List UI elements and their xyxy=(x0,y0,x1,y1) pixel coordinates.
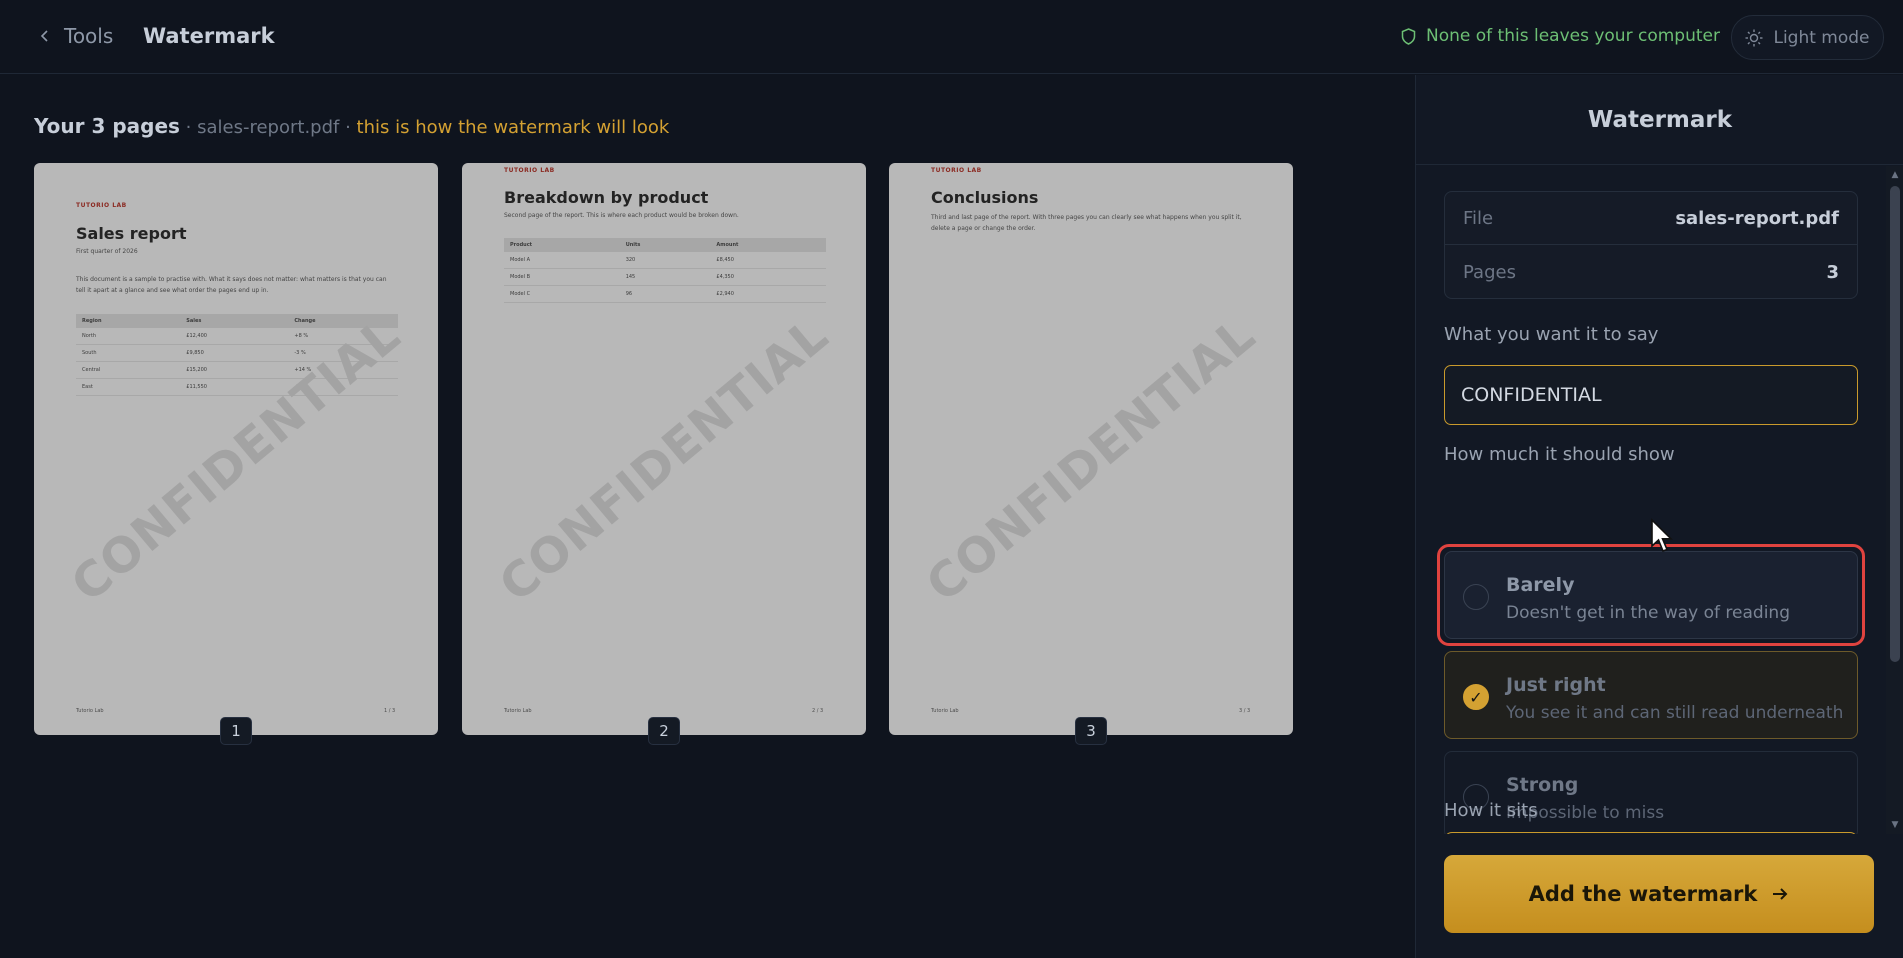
brand-label: TUTORIO LAB xyxy=(76,202,127,209)
table-cell: £15,200 xyxy=(180,361,289,379)
scrollbar-thumb[interactable] xyxy=(1890,186,1900,662)
page-number-badge: 1 xyxy=(220,717,252,745)
table-cell: 320 xyxy=(619,252,711,269)
option-description: Doesn't get in the way of reading xyxy=(1506,603,1790,623)
table-cell: £9,850 xyxy=(180,344,289,362)
watermark-text-input[interactable] xyxy=(1444,365,1858,425)
page-number-badge: 3 xyxy=(1075,717,1107,745)
add-watermark-button[interactable]: Add the watermark xyxy=(1444,855,1874,933)
opacity-label: How much it should show xyxy=(1444,444,1675,465)
option-title: Barely xyxy=(1506,574,1575,596)
scroll-up-arrow-icon[interactable]: ▲ xyxy=(1890,170,1900,180)
table-header: Amount xyxy=(710,238,826,252)
sun-icon xyxy=(1745,29,1763,46)
doc-title: Sales report xyxy=(76,224,187,243)
pages-row: Pages 3 xyxy=(1445,246,1857,299)
settings-scroll-area[interactable]: File sales-report.pdf Pages 3 What you w… xyxy=(1416,166,1903,834)
arrow-right-icon xyxy=(1773,888,1788,900)
doc-footer-right: 1 / 3 xyxy=(384,708,396,714)
watermark-preview-text: CONFIDENTIAL xyxy=(488,307,840,614)
doc-footer-left: Tutorio Lab xyxy=(504,708,532,714)
data-table: Product Units Amount Model A 320 £8,450 Mo… xyxy=(504,238,826,303)
opacity-option-strong[interactable]: Strong Impossible to miss xyxy=(1444,751,1858,834)
top-bar: Tools Watermark None of this leaves your… xyxy=(0,0,1903,74)
preview-hint: this is how the watermark will look xyxy=(356,117,670,138)
position-option-partial[interactable] xyxy=(1444,832,1858,834)
opacity-option-barely[interactable]: Barely Doesn't get in the way of reading xyxy=(1444,551,1858,639)
back-to-tools-link[interactable]: Tools xyxy=(38,24,113,48)
back-link-label: Tools xyxy=(64,24,114,48)
doc-paragraph: This document is a sample to practise wi… xyxy=(76,276,387,294)
table-cell: Model A xyxy=(504,252,620,269)
table-header: Sales xyxy=(180,314,289,328)
watermark-settings-panel: Watermark File sales-report.pdf Pages 3 … xyxy=(1415,75,1903,958)
page-thumbnail-2[interactable]: TUTORIO LAB Breakdown by product Second … xyxy=(462,163,866,735)
option-title: Just right xyxy=(1506,674,1606,696)
page-content: TUTORIO LAB Sales report First quarter o… xyxy=(34,163,438,735)
page-content: TUTORIO LAB Conclusions Third and last p… xyxy=(889,163,1293,735)
panel-title: Watermark xyxy=(1416,75,1903,165)
theme-toggle-label: Light mode xyxy=(1773,27,1870,48)
table-cell: East xyxy=(76,378,181,396)
file-label: File xyxy=(1463,207,1494,229)
brand-label: TUTORIO LAB xyxy=(931,167,982,174)
pages-value: 3 xyxy=(1826,262,1839,283)
page-count-label: Your 3 pages xyxy=(34,114,180,138)
doc-paragraph: Second page of the report. This is where… xyxy=(504,212,739,219)
table-row: Model C 96 £2,940 xyxy=(504,285,826,303)
add-watermark-label: Add the watermark xyxy=(1528,882,1758,906)
table-cell: £12,400 xyxy=(180,328,289,345)
check-icon[interactable]: ✓ xyxy=(1463,684,1489,710)
preview-heading: Your 3 pages · sales-report.pdf · this i… xyxy=(34,114,669,138)
file-name-part: · sales-report.pdf · xyxy=(185,117,351,138)
table-header: Product xyxy=(504,238,620,252)
table-cell: Central xyxy=(76,361,181,379)
doc-footer-left: Tutorio Lab xyxy=(931,708,959,714)
doc-paragraph: Third and last page of the report. With … xyxy=(931,214,1242,232)
doc-subtitle: First quarter of 2026 xyxy=(76,248,138,255)
table-row: Model A 320 £8,450 xyxy=(504,252,826,269)
pages-label: Pages xyxy=(1463,262,1516,283)
page-content: TUTORIO LAB Breakdown by product Second … xyxy=(462,163,866,735)
page-number-badge: 2 xyxy=(648,717,680,745)
table-cell: 96 xyxy=(619,285,711,303)
table-cell: Model C xyxy=(504,285,620,303)
privacy-note-text: None of this leaves your computer xyxy=(1426,26,1720,46)
doc-footer-right: 2 / 3 xyxy=(812,708,824,714)
file-row: File sales-report.pdf xyxy=(1445,192,1857,245)
page-title: Watermark xyxy=(143,24,275,48)
chevron-left-icon xyxy=(40,30,48,42)
position-label: How it sits xyxy=(1444,800,1538,821)
table-cell: 145 xyxy=(619,268,711,286)
watermark-text-label: What you want it to say xyxy=(1444,324,1659,345)
table-cell: South xyxy=(76,344,181,362)
light-mode-toggle[interactable]: Light mode xyxy=(1731,15,1884,60)
brand-label: TUTORIO LAB xyxy=(504,167,555,174)
opacity-option-just-right[interactable]: ✓ Just right You see it and can still re… xyxy=(1444,651,1858,739)
doc-title: Conclusions xyxy=(931,188,1039,207)
option-description: You see it and can still read underneath xyxy=(1506,703,1844,723)
page-thumbnail-3[interactable]: TUTORIO LAB Conclusions Third and last p… xyxy=(889,163,1293,735)
privacy-note: None of this leaves your computer xyxy=(1401,26,1720,46)
table-cell: £2,940 xyxy=(710,285,826,303)
radio-button[interactable] xyxy=(1463,584,1489,610)
table-cell: £8,450 xyxy=(710,252,826,269)
table-header: Region xyxy=(76,314,181,328)
doc-title: Breakdown by product xyxy=(504,188,709,207)
page-thumbnail-1[interactable]: TUTORIO LAB Sales report First quarter o… xyxy=(34,163,438,735)
table-cell: £4,350 xyxy=(710,268,826,286)
doc-footer-right: 3 / 3 xyxy=(1239,708,1251,714)
file-value: sales-report.pdf xyxy=(1675,207,1839,229)
table-cell: Model B xyxy=(504,268,620,286)
table-cell: North xyxy=(76,328,181,345)
shield-icon xyxy=(1401,27,1416,45)
scroll-down-arrow-icon[interactable]: ▼ xyxy=(1890,820,1900,830)
option-title: Strong xyxy=(1506,774,1579,796)
table-row: Model B 145 £4,350 xyxy=(504,268,826,286)
table-header: Units xyxy=(619,238,711,252)
watermark-preview-text: CONFIDENTIAL xyxy=(915,307,1267,614)
doc-footer-left: Tutorio Lab xyxy=(76,708,104,714)
file-info-box: File sales-report.pdf Pages 3 xyxy=(1444,191,1858,299)
